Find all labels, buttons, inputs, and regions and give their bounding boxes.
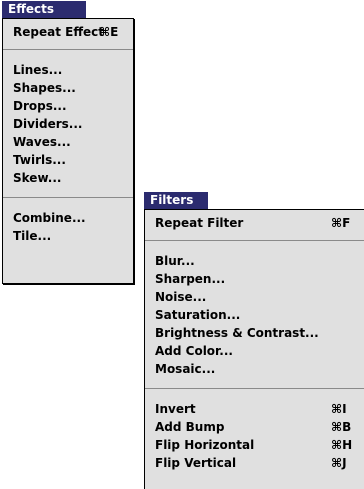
menu-item-mosaic[interactable]: Mosaic... — [145, 360, 364, 378]
effects-menu-title[interactable]: Effects — [2, 1, 86, 18]
shortcut-label: ⌘J — [331, 456, 347, 470]
menu-item-dividers[interactable]: Dividers... — [3, 115, 133, 133]
menu-item-waves[interactable]: Waves... — [3, 133, 133, 151]
menu-item-label: Saturation... — [155, 308, 241, 322]
menu-item-label: Mosaic... — [155, 362, 216, 376]
menu-item-label: Dividers... — [13, 117, 83, 131]
shortcut-label: ⌘H — [331, 438, 353, 452]
menu-item-noise[interactable]: Noise... — [145, 288, 364, 306]
menu-item-skew[interactable]: Skew... — [3, 169, 133, 187]
menu-item-flip-vertical[interactable]: Flip Vertical ⌘J — [145, 454, 364, 472]
menu-item-label: Add Bump — [155, 420, 225, 434]
shortcut-label: ⌘E — [99, 25, 119, 39]
menu-item-saturation[interactable]: Saturation... — [145, 306, 364, 324]
menu-separator — [145, 240, 364, 241]
menu-item-combine[interactable]: Combine... — [3, 209, 133, 227]
menu-item-lines[interactable]: Lines... — [3, 61, 133, 79]
menu-item-label: Waves... — [13, 135, 71, 149]
filters-menu-panel: Repeat Filter ⌘F Blur... Sharpen... Nois… — [144, 209, 364, 489]
menu-item-label: Shapes... — [13, 81, 76, 95]
menu-item-label: Noise... — [155, 290, 207, 304]
menu-item-brightness-contrast[interactable]: Brightness & Contrast... — [145, 324, 364, 342]
menu-item-repeat-filter[interactable]: Repeat Filter ⌘F — [145, 214, 364, 232]
menu-item-repeat-effect[interactable]: Repeat Effect ⌘E — [3, 23, 133, 41]
menu-separator — [145, 388, 364, 389]
menu-item-label: Brightness & Contrast... — [155, 326, 319, 340]
menu-item-label: Blur... — [155, 254, 195, 268]
menu-item-invert[interactable]: Invert ⌘I — [145, 400, 364, 418]
menu-item-drops[interactable]: Drops... — [3, 97, 133, 115]
menu-item-label: Flip Horizontal — [155, 438, 255, 452]
menu-item-twirls[interactable]: Twirls... — [3, 151, 133, 169]
menu-item-blur[interactable]: Blur... — [145, 252, 364, 270]
menu-item-label: Add Color... — [155, 344, 233, 358]
menu-item-label: Skew... — [13, 171, 62, 185]
shortcut-label: ⌘F — [331, 216, 351, 230]
shortcut-label: ⌘B — [331, 420, 352, 434]
menu-item-label: Twirls... — [13, 153, 66, 167]
menu-item-tile[interactable]: Tile... — [3, 227, 133, 245]
menu-item-label: Flip Vertical — [155, 456, 237, 470]
menu-separator — [3, 49, 133, 50]
menu-item-label: Drops... — [13, 99, 67, 113]
menu-item-label: Repeat Filter — [155, 216, 244, 230]
menu-item-label: Repeat Effect — [13, 25, 105, 39]
effects-menu-panel: Repeat Effect ⌘E Lines... Shapes... Drop… — [2, 18, 134, 284]
menu-item-label: Lines... — [13, 63, 63, 77]
filters-menu-title[interactable]: Filters — [144, 192, 208, 209]
menu-item-label: Combine... — [13, 211, 86, 225]
menu-item-label: Invert — [155, 402, 196, 416]
menu-item-flip-horizontal[interactable]: Flip Horizontal ⌘H — [145, 436, 364, 454]
menu-item-label: Sharpen... — [155, 272, 226, 286]
menu-item-add-color[interactable]: Add Color... — [145, 342, 364, 360]
shortcut-label: ⌘I — [331, 402, 347, 416]
menu-item-sharpen[interactable]: Sharpen... — [145, 270, 364, 288]
menu-item-add-bump[interactable]: Add Bump ⌘B — [145, 418, 364, 436]
menu-item-shapes[interactable]: Shapes... — [3, 79, 133, 97]
menu-separator — [3, 197, 133, 198]
menu-item-label: Tile... — [13, 229, 52, 243]
